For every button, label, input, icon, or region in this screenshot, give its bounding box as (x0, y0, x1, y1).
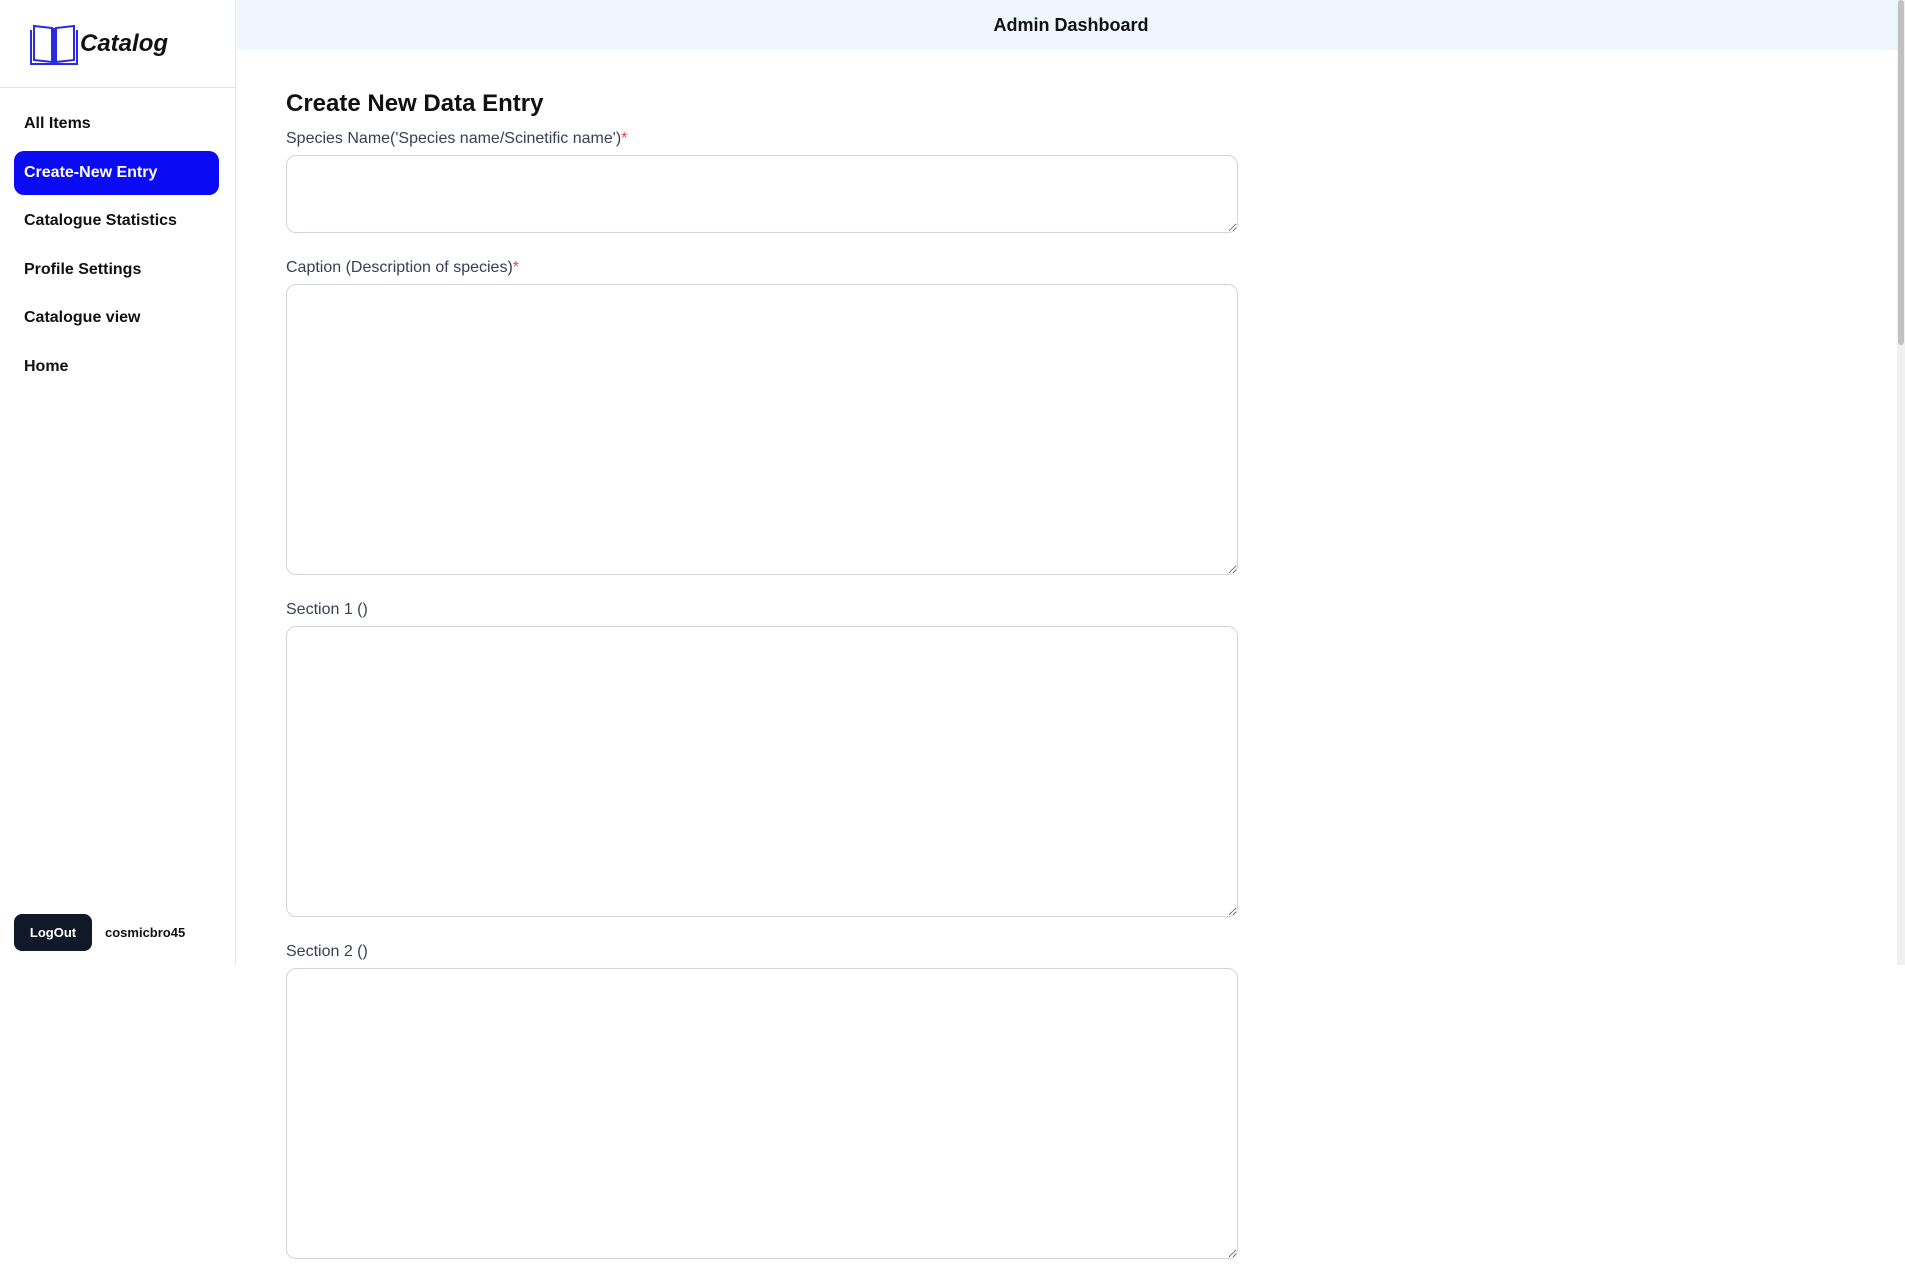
scrollbar-thumb[interactable] (1898, 0, 1904, 345)
top-header: Admin Dashboard (237, 0, 1905, 50)
caption-field[interactable] (286, 284, 1238, 575)
header-title: Admin Dashboard (993, 14, 1149, 35)
username: cosmicbro45 (105, 925, 186, 940)
logo-text: Catalog (80, 29, 169, 57)
section-2-field[interactable] (286, 968, 1238, 1259)
sidebar-item-profile-settings[interactable]: Profile Settings (14, 248, 219, 292)
section-1-label: Section 1 () (286, 601, 368, 618)
user-bar: LogOut cosmicbro45 (14, 914, 185, 951)
sidebar: Catalog All Items Create-New Entry Catal… (0, 0, 236, 965)
species-name-label: Species Name('Species name/Scinetific na… (286, 130, 628, 147)
section-2-label: Section 2 () (286, 943, 368, 960)
open-book-icon (30, 24, 78, 65)
page-scrollbar[interactable] (1897, 0, 1905, 965)
sidebar-item-catalogue-view[interactable]: Catalogue view (14, 296, 219, 340)
sidebar-item-all-items[interactable]: All Items (14, 102, 219, 146)
logout-button[interactable]: LogOut (14, 914, 92, 951)
create-entry-form: Create New Data Entry Species Name('Spec… (286, 90, 1238, 1285)
caption-label: Caption (Description of species)* (286, 259, 519, 276)
logo[interactable]: Catalog (0, 0, 235, 88)
species-name-field[interactable] (286, 155, 1238, 233)
required-marker: * (621, 130, 628, 147)
sidebar-item-catalogue-statistics[interactable]: Catalogue Statistics (14, 199, 219, 243)
sidebar-nav: All Items Create-New Entry Catalogue Sta… (14, 102, 219, 394)
required-marker: * (512, 259, 519, 276)
page-title: Create New Data Entry (286, 90, 544, 117)
section-1-field[interactable] (286, 626, 1238, 917)
sidebar-item-create-new-entry[interactable]: Create-New Entry (14, 150, 219, 195)
sidebar-item-home[interactable]: Home (14, 345, 219, 389)
